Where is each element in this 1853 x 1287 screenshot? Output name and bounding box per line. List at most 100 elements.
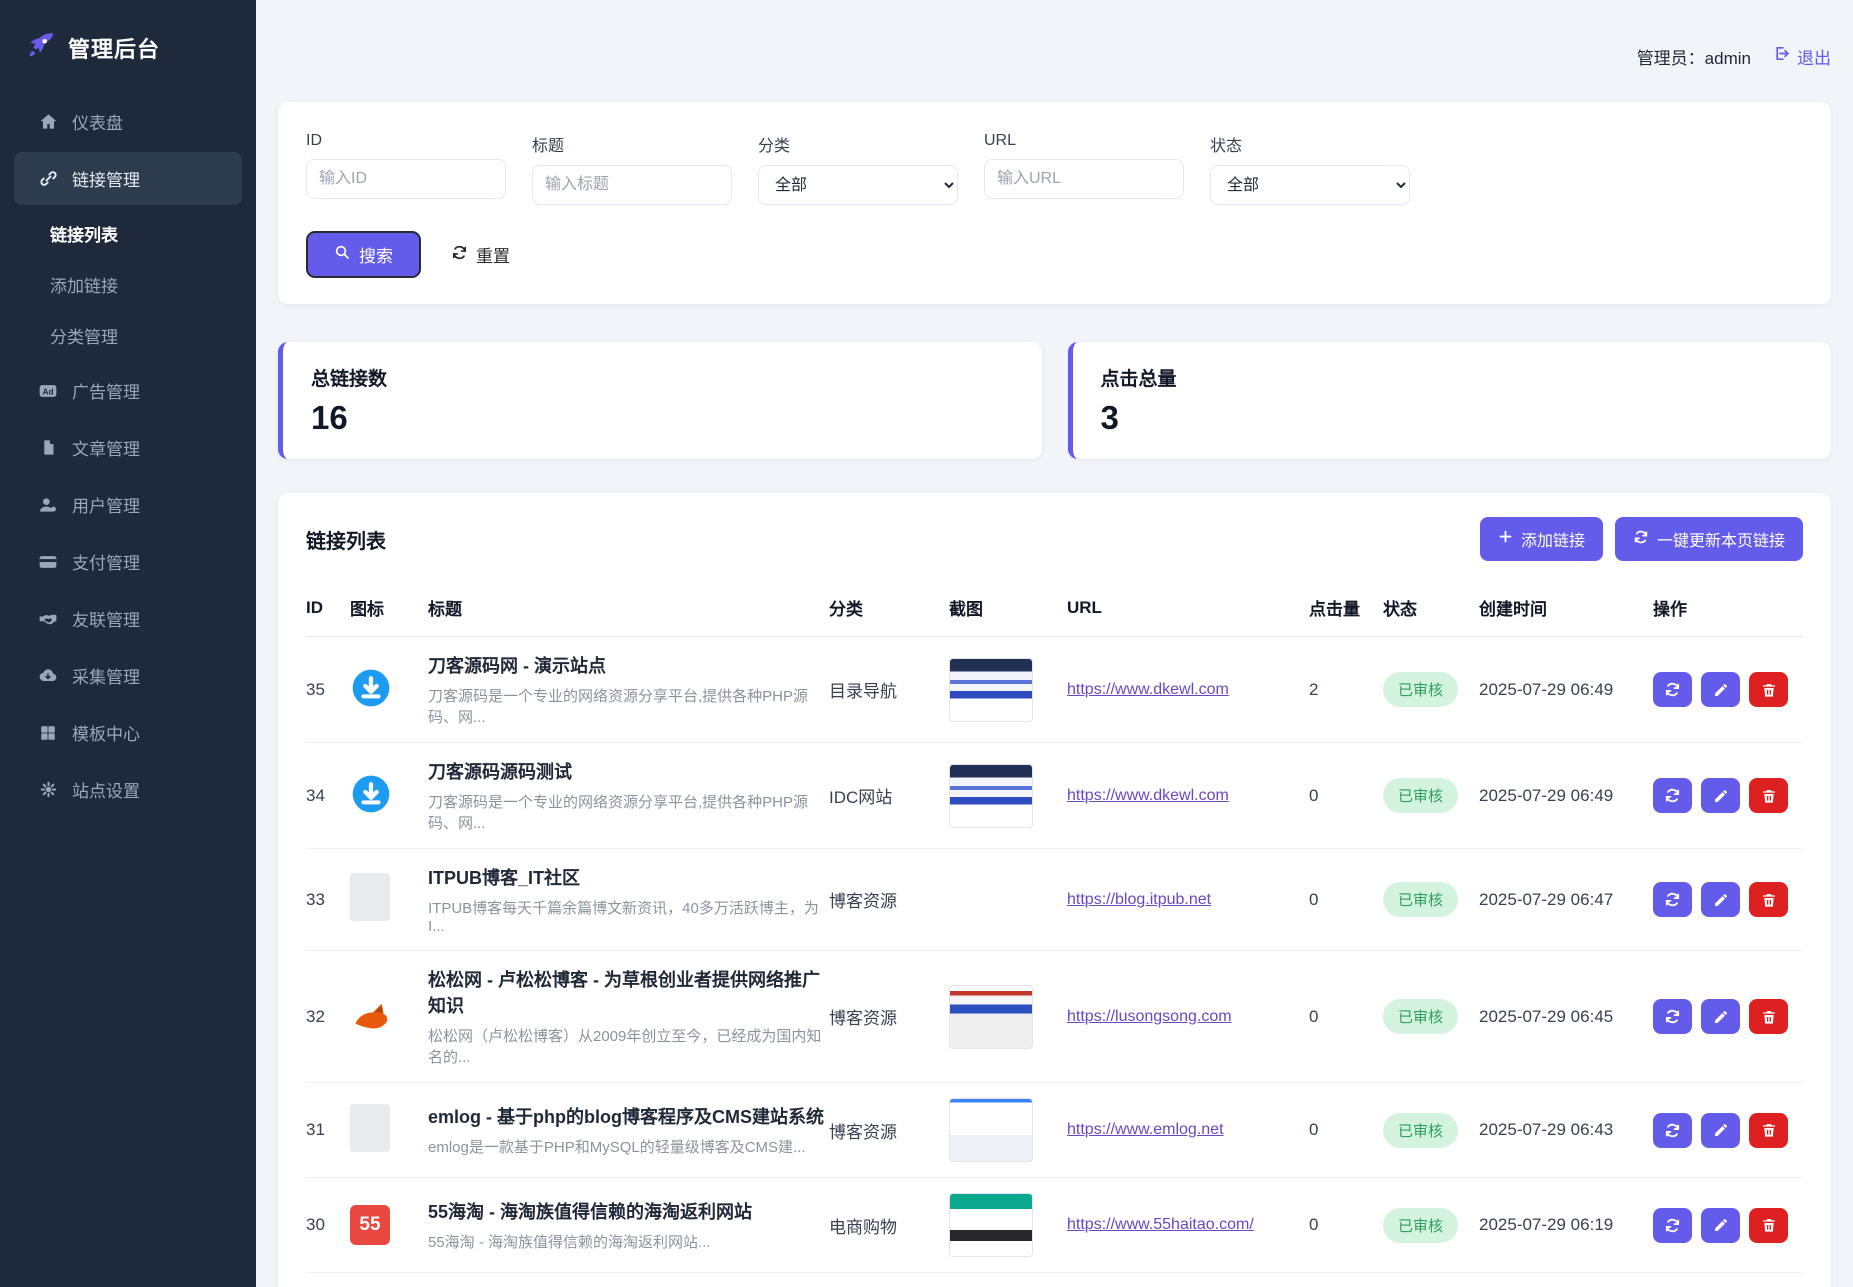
sidebar-item[interactable]: 链接列表 — [14, 209, 242, 258]
delete-link-button[interactable] — [1749, 778, 1788, 813]
edit-link-button[interactable] — [1701, 1113, 1740, 1148]
table-row: 35 刀客源码网 - 演示站点 刀客源码是一个专业的网络资源分享平台,提供各种P… — [306, 637, 1803, 743]
refresh-link-button[interactable] — [1653, 1113, 1692, 1148]
edit-link-button[interactable] — [1701, 778, 1740, 813]
sidebar-item-label: 链接管理 — [72, 166, 140, 191]
logout-link[interactable]: 退出 — [1773, 44, 1831, 69]
edit-link-button[interactable] — [1701, 672, 1740, 707]
sidebar-item[interactable]: 友联管理 — [14, 592, 242, 645]
row-url-link[interactable]: https://blog.itpub.net — [1067, 891, 1211, 908]
table-title: 链接列表 — [306, 525, 386, 554]
row-url-link[interactable]: https://www.55haitao.com/ — [1067, 1216, 1254, 1233]
row-created-time: 2025-07-29 06:49 — [1479, 680, 1653, 700]
update-page-links-button[interactable]: 一键更新本页链接 — [1615, 517, 1803, 561]
col-screenshot: 截图 — [949, 595, 1067, 620]
sidebar-item-label: 分类管理 — [50, 323, 118, 348]
site-screenshot — [949, 764, 1033, 828]
delete-link-button[interactable] — [1749, 1208, 1788, 1243]
status-badge: 已审核 — [1383, 672, 1458, 707]
site-screenshot — [949, 1193, 1033, 1257]
row-clicks: 0 — [1309, 786, 1383, 806]
search-button-label: 搜索 — [359, 242, 393, 267]
filter-panel: ID 标题 分类 全部 URL 状态 — [278, 102, 1831, 304]
row-clicks: 2 — [1309, 680, 1383, 700]
grid-icon — [38, 723, 58, 743]
filter-category-select[interactable]: 全部 — [758, 165, 958, 205]
stat-value: 3 — [1101, 399, 1804, 437]
edit-link-button[interactable] — [1701, 1208, 1740, 1243]
site-icon — [350, 1104, 390, 1152]
sidebar-item[interactable]: 分类管理 — [14, 311, 242, 360]
row-url-link[interactable]: https://lusongsong.com — [1067, 1008, 1232, 1025]
sidebar-item[interactable]: 站点设置 — [14, 763, 242, 816]
topbar: 管理员：admin 退出 — [278, 0, 1831, 72]
rocket-icon — [26, 30, 56, 65]
sidebar-item-label: 文章管理 — [72, 435, 140, 460]
table-header-row: ID 图标 标题 分类 截图 URL 点击量 状态 创建时间 操作 — [306, 583, 1803, 637]
filter-title-input[interactable] — [532, 165, 732, 205]
site-icon — [350, 667, 392, 709]
refresh-link-button[interactable] — [1653, 999, 1692, 1034]
table-row: 34 刀客源码源码测试 刀客源码是一个专业的网络资源分享平台,提供各种PHP源码… — [306, 743, 1803, 849]
search-button[interactable]: 搜索 — [306, 231, 421, 278]
delete-link-button[interactable] — [1749, 882, 1788, 917]
refresh-link-button[interactable] — [1653, 778, 1692, 813]
refresh-link-button[interactable] — [1653, 1208, 1692, 1243]
col-clicks: 点击量 — [1309, 595, 1383, 620]
row-category: 目录导航 — [829, 677, 949, 702]
gear-icon — [38, 780, 58, 800]
row-clicks: 0 — [1309, 1120, 1383, 1140]
site-icon — [350, 773, 392, 815]
row-id: 30 — [306, 1215, 350, 1235]
stat-card-total-clicks: 点击总量 3 — [1068, 342, 1832, 459]
row-description: emlog是一款基于PHP和MySQL的轻量级博客及CMS建... — [428, 1136, 829, 1157]
sidebar-item[interactable]: Ad广告管理 — [14, 364, 242, 417]
edit-link-button[interactable] — [1701, 999, 1740, 1034]
row-url-link[interactable]: https://www.dkewl.com — [1067, 681, 1229, 698]
filter-status-select[interactable]: 全部 — [1210, 165, 1410, 205]
delete-link-button[interactable] — [1749, 1113, 1788, 1148]
filter-status-label: 状态 — [1210, 132, 1410, 156]
row-category: IDC网站 — [829, 783, 949, 808]
card-icon — [38, 552, 58, 572]
row-url-link[interactable]: https://www.emlog.net — [1067, 1121, 1224, 1138]
filter-url-input[interactable] — [984, 159, 1184, 199]
sidebar-item[interactable]: 添加链接 — [14, 260, 242, 309]
row-description: ITPUB博客每天千篇余篇博文新资讯，40多万活跃博主，为I... — [428, 897, 829, 935]
app-title: 管理后台 — [68, 32, 160, 64]
add-link-button[interactable]: 添加链接 — [1480, 517, 1603, 561]
row-created-time: 2025-07-29 06:45 — [1479, 1007, 1653, 1027]
row-title: 55海淘 - 海淘族值得信赖的海淘返利网站 — [428, 1198, 829, 1224]
refresh-link-button[interactable] — [1653, 882, 1692, 917]
row-created-time: 2025-07-29 06:43 — [1479, 1120, 1653, 1140]
filter-url-label: URL — [984, 132, 1184, 150]
sidebar-item[interactable]: 文章管理 — [14, 421, 242, 474]
reset-button[interactable]: 重置 — [451, 242, 510, 267]
table-row: 32 松松网 - 卢松松博客 - 为草根创业者提供网络推广知识 松松网（卢松松博… — [306, 951, 1803, 1083]
handshake-icon — [38, 609, 58, 629]
delete-link-button[interactable] — [1749, 999, 1788, 1034]
sidebar-item[interactable]: 支付管理 — [14, 535, 242, 588]
filter-id-input[interactable] — [306, 159, 506, 199]
stats-row: 总链接数 16 点击总量 3 — [278, 342, 1831, 459]
reset-button-label: 重置 — [476, 242, 510, 267]
sidebar-item[interactable]: 采集管理 — [14, 649, 242, 702]
edit-link-button[interactable] — [1701, 882, 1740, 917]
row-created-time: 2025-07-29 06:47 — [1479, 890, 1653, 910]
refresh-link-button[interactable] — [1653, 672, 1692, 707]
sidebar-item[interactable]: 用户管理 — [14, 478, 242, 531]
cloud-icon — [38, 666, 58, 686]
status-badge: 已审核 — [1383, 882, 1458, 917]
row-clicks: 0 — [1309, 1007, 1383, 1027]
sidebar-item[interactable]: 模板中心 — [14, 706, 242, 759]
sidebar-item[interactable]: 链接管理 — [14, 152, 242, 205]
sidebar-item[interactable]: 仪表盘 — [14, 95, 242, 148]
delete-link-button[interactable] — [1749, 672, 1788, 707]
add-link-label: 添加链接 — [1521, 527, 1585, 551]
site-icon — [350, 995, 392, 1037]
row-url-link[interactable]: https://www.dkewl.com — [1067, 787, 1229, 804]
col-icon: 图标 — [350, 595, 428, 620]
sidebar-item-label: 支付管理 — [72, 549, 140, 574]
row-title: emlog - 基于php的blog博客程序及CMS建站系统 — [428, 1103, 829, 1129]
sidebar-item-label: 广告管理 — [72, 378, 140, 403]
